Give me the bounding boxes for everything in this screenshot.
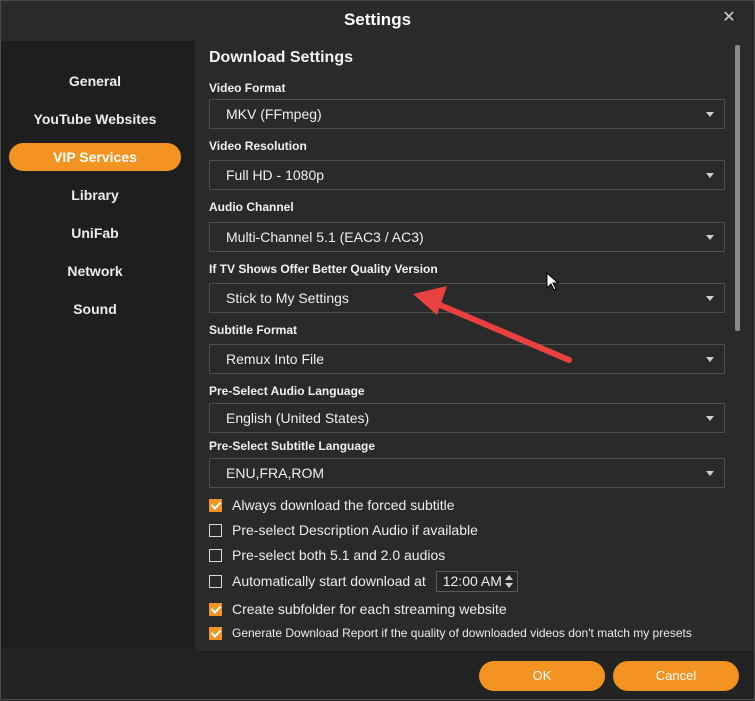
- subfolder-label: Create subfolder for each streaming webs…: [232, 601, 507, 617]
- video-format-value: MKV (FFmpeg): [226, 106, 322, 122]
- forced-subtitle-checkbox[interactable]: [209, 498, 222, 512]
- video-format-label: Video Format: [209, 81, 286, 95]
- both-audios-option[interactable]: Pre-select both 5.1 and 2.0 audios: [209, 546, 445, 564]
- video-format-select[interactable]: MKV (FFmpeg): [209, 99, 725, 129]
- audio-language-value: English (United States): [226, 410, 370, 426]
- ok-button[interactable]: OK: [479, 661, 605, 691]
- subtitle-language-select[interactable]: ENU,FRA,ROM: [209, 458, 725, 488]
- chevron-down-icon: [706, 296, 714, 301]
- section-title: Download Settings: [209, 49, 353, 66]
- forced-subtitle-option[interactable]: Always download the forced subtitle: [209, 496, 455, 514]
- tv-quality-select[interactable]: Stick to My Settings: [209, 283, 725, 313]
- chevron-down-icon: [706, 357, 714, 362]
- mouse-pointer-icon: [546, 272, 560, 291]
- close-icon[interactable]: ✕: [722, 10, 736, 26]
- tv-quality-label: If TV Shows Offer Better Quality Version: [209, 262, 438, 276]
- sidebar-item-general[interactable]: General: [9, 67, 181, 95]
- chevron-down-icon: [706, 112, 714, 117]
- audio-channel-label: Audio Channel: [209, 200, 294, 214]
- both-audios-checkbox[interactable]: [209, 548, 222, 562]
- chevron-down-icon: [706, 416, 714, 421]
- subtitle-format-select[interactable]: Remux Into File: [209, 344, 725, 374]
- download-report-label: Generate Download Report if the quality …: [232, 626, 692, 640]
- sidebar-item-vip-services[interactable]: VIP Services: [9, 143, 181, 171]
- start-time-value: 12:00 AM: [442, 572, 502, 589]
- video-resolution-label: Video Resolution: [209, 139, 307, 153]
- video-resolution-value: Full HD - 1080p: [226, 167, 325, 183]
- settings-window: Settings ✕ General YouTube Websites VIP …: [0, 0, 755, 700]
- subfolder-checkbox[interactable]: [209, 602, 222, 616]
- settings-content: Download Settings Video Format MKV (FFmp…: [195, 41, 735, 651]
- subtitle-format-label: Subtitle Format: [209, 323, 298, 337]
- both-audios-label: Pre-select both 5.1 and 2.0 audios: [232, 547, 446, 563]
- tv-quality-value: Stick to My Settings: [226, 290, 349, 306]
- sidebar-item-youtube-websites[interactable]: YouTube Websites: [9, 105, 181, 133]
- auto-start-checkbox[interactable]: [209, 574, 222, 588]
- audio-channel-select[interactable]: Multi-Channel 5.1 (EAC3 / AC3): [209, 222, 725, 252]
- window-title: Settings: [343, 10, 412, 29]
- spin-down-icon[interactable]: [504, 582, 513, 588]
- sidebar: General YouTube Websites VIP Services Li…: [1, 41, 195, 649]
- subtitle-language-value: ENU,FRA,ROM: [226, 465, 324, 481]
- audio-language-select[interactable]: English (United States): [209, 403, 725, 433]
- subtitle-format-value: Remux Into File: [226, 351, 325, 367]
- title-bar: Settings ✕: [1, 1, 754, 41]
- scrollbar-thumb[interactable]: [735, 45, 740, 331]
- chevron-down-icon: [706, 173, 714, 178]
- download-report-checkbox[interactable]: [209, 626, 222, 640]
- audio-channel-value: Multi-Channel 5.1 (EAC3 / AC3): [226, 229, 424, 245]
- chevron-down-icon: [706, 235, 714, 240]
- sidebar-item-unifab[interactable]: UniFab: [9, 219, 181, 247]
- auto-start-label: Automatically start download at: [232, 573, 426, 589]
- auto-start-option[interactable]: Automatically start download at 12:00 AM: [209, 570, 518, 592]
- download-report-option[interactable]: Generate Download Report if the quality …: [209, 624, 692, 642]
- time-spinner[interactable]: [504, 574, 514, 589]
- cancel-button[interactable]: Cancel: [613, 661, 739, 691]
- spin-up-icon[interactable]: [504, 574, 513, 580]
- chevron-down-icon: [706, 471, 714, 476]
- sidebar-item-library[interactable]: Library: [9, 181, 181, 209]
- sidebar-item-network[interactable]: Network: [9, 257, 181, 285]
- description-audio-option[interactable]: Pre-select Description Audio if availabl…: [209, 521, 478, 539]
- start-time-input[interactable]: 12:00 AM: [435, 570, 518, 592]
- subfolder-option[interactable]: Create subfolder for each streaming webs…: [209, 600, 507, 618]
- scrollbar[interactable]: [735, 41, 754, 651]
- subtitle-language-label: Pre-Select Subtitle Language: [209, 439, 376, 453]
- sidebar-item-sound[interactable]: Sound: [9, 295, 181, 323]
- video-resolution-select[interactable]: Full HD - 1080p: [209, 160, 725, 190]
- audio-language-label: Pre-Select Audio Language: [209, 384, 365, 398]
- description-audio-checkbox[interactable]: [209, 523, 222, 537]
- description-audio-label: Pre-select Description Audio if availabl…: [232, 522, 478, 538]
- footer: OK Cancel: [1, 651, 754, 699]
- forced-subtitle-label: Always download the forced subtitle: [232, 497, 455, 513]
